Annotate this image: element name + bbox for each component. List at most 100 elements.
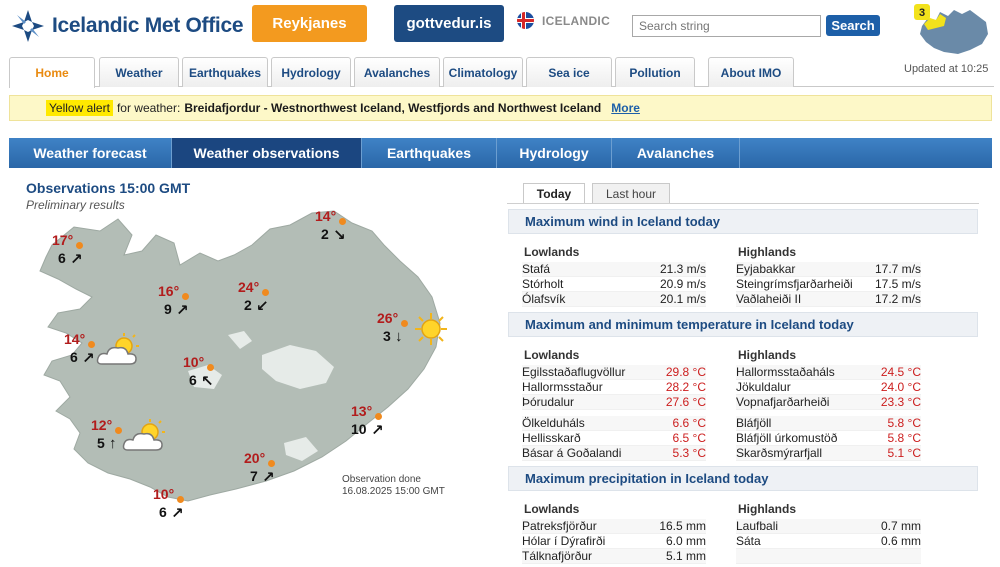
- row-name: Hallormsstaður: [522, 380, 603, 394]
- table-row: Skarðsmýrarfjall 5.1 °C: [736, 446, 921, 461]
- max-precip-heading: Maximum precipitation in Iceland today: [508, 466, 978, 491]
- table-row: Hólar í Dýrafirði 6.0 mm: [522, 534, 706, 549]
- section-tabs: Weather forecast Weather observations Ea…: [9, 138, 992, 168]
- tab-today[interactable]: Today: [523, 183, 585, 203]
- table-row: Jökuldalur 24.0 °C: [736, 380, 921, 395]
- nav-tab-weather[interactable]: Weather: [99, 57, 179, 87]
- table-row: Sáta 0.6 mm: [736, 534, 921, 549]
- station-marker[interactable]: 16° 9 ↗: [158, 283, 218, 323]
- lowlands-label: Lowlands: [524, 245, 580, 259]
- table-row: Stórholt 20.9 m/s: [522, 277, 706, 292]
- table-row: Tálknafjörður 5.1 mm: [522, 549, 706, 564]
- gottvedur-button[interactable]: gottvedur.is: [394, 5, 504, 42]
- nav-tab-climatology[interactable]: Climatology: [443, 57, 523, 87]
- table-row: Hallormsstaðaháls 24.5 °C: [736, 365, 921, 380]
- station-dot: [76, 242, 83, 249]
- wind-direction-arrow-icon: ↗: [176, 302, 189, 319]
- nav-tab-home[interactable]: Home: [9, 57, 95, 88]
- station-wind-speed: 5: [97, 435, 105, 451]
- table-row: Patreksfjörður 16.5 mm: [522, 519, 706, 534]
- tab-avalanches[interactable]: Avalanches: [612, 138, 740, 168]
- station-wind-speed: 2: [244, 297, 252, 313]
- sun-icon: [415, 313, 447, 345]
- logo-text: Icelandic Met Office: [52, 14, 244, 37]
- lowlands-label: Lowlands: [524, 348, 580, 362]
- station-marker[interactable]: 13° 10 ↗: [351, 403, 411, 443]
- table-row: Ólafsvík 20.1 m/s: [522, 292, 706, 307]
- row-name: Tálknafjörður: [522, 549, 593, 563]
- wind-direction-arrow-icon: ↙: [256, 298, 269, 315]
- main-nav: Home Weather Earthquakes Hydrology Avala…: [9, 57, 994, 88]
- station-wind-speed: 6: [159, 504, 167, 520]
- station-marker[interactable]: 10° 6 ↖: [183, 354, 243, 394]
- table-row: Eyjabakkar 17.7 m/s: [736, 262, 921, 277]
- divider: [507, 203, 979, 204]
- row-value: 5.1 mm: [665, 549, 706, 563]
- row-name: Sáta: [736, 534, 761, 548]
- row-name: Laufbali: [736, 519, 779, 533]
- station-wind-speed: 6: [70, 349, 78, 365]
- station-marker[interactable]: 10° 6 ↗: [153, 486, 213, 526]
- row-value: 27.6 °C: [665, 395, 706, 409]
- station-temp: 12°: [91, 417, 113, 433]
- alert-map-thumbnail[interactable]: 3: [914, 4, 992, 58]
- row-name: Stafá: [522, 262, 551, 276]
- tab-earthquakes[interactable]: Earthquakes: [362, 138, 497, 168]
- row-value: 0.6 mm: [880, 534, 921, 548]
- wind-direction-arrow-icon: ↘: [333, 227, 346, 244]
- alert-level-badge: Yellow alert: [46, 100, 113, 116]
- station-dot: [262, 289, 269, 296]
- nav-tab-about[interactable]: About IMO: [708, 57, 794, 87]
- station-dot: [339, 218, 346, 225]
- table-row: Bláfjöll 5.8 °C: [736, 416, 921, 431]
- row-value: 6.5 °C: [672, 431, 706, 445]
- station-temp: 16°: [158, 283, 180, 299]
- table-row: Vopnafjarðarheiði 23.3 °C: [736, 395, 921, 410]
- row-value: 29.8 °C: [665, 365, 706, 379]
- nav-tab-pollution[interactable]: Pollution: [615, 57, 695, 87]
- station-temp: 14°: [64, 331, 86, 347]
- row-value: 5.8 °C: [887, 416, 921, 430]
- row-name: Ölkelduháls: [522, 416, 585, 430]
- weather-alert-banner: Yellow alert for weather: Breidafjordur …: [9, 95, 992, 121]
- station-temp: 10°: [153, 486, 175, 502]
- row-name: Steingrímsfjarðarheiði: [736, 277, 853, 291]
- station-marker[interactable]: 17° 6 ↗: [52, 232, 112, 272]
- table-row: Laufbali 0.7 mm: [736, 519, 921, 534]
- search-input[interactable]: [632, 15, 821, 37]
- imo-logo[interactable]: Icelandic Met Office: [10, 8, 244, 44]
- row-name: Patreksfjörður: [522, 519, 597, 533]
- nav-tab-sea-ice[interactable]: Sea ice: [526, 57, 612, 87]
- alert-more-link[interactable]: More: [611, 101, 640, 115]
- row-name: Vaðlaheiði II: [736, 292, 802, 306]
- tab-weather-forecast[interactable]: Weather forecast: [9, 138, 172, 168]
- row-name: Hallormsstaðaháls: [736, 365, 835, 379]
- row-name: Vopnafjarðarheiði: [736, 395, 830, 409]
- wind-direction-arrow-icon: ↗: [70, 251, 83, 268]
- row-value: 6.0 mm: [665, 534, 706, 548]
- table-row: Vaðlaheiði II 17.2 m/s: [736, 292, 921, 307]
- station-marker[interactable]: 14° 2 ↘: [315, 208, 375, 248]
- station-temp: 24°: [238, 279, 260, 295]
- row-value: 28.2 °C: [665, 380, 706, 394]
- language-switch[interactable]: ICELANDIC: [517, 12, 610, 29]
- station-wind-speed: 10: [351, 421, 367, 437]
- tab-last-hour[interactable]: Last hour: [592, 183, 670, 203]
- row-value: 24.0 °C: [880, 380, 921, 394]
- search-button[interactable]: Search: [826, 15, 880, 36]
- tab-weather-observations[interactable]: Weather observations: [172, 138, 362, 168]
- nav-tab-earthquakes[interactable]: Earthquakes: [182, 57, 268, 87]
- row-value: 5.1 °C: [887, 446, 921, 460]
- table-row: Bláfjöll úrkomustöð 5.8 °C: [736, 431, 921, 446]
- station-marker[interactable]: 20° 7 ↗: [244, 450, 304, 490]
- station-marker[interactable]: 24° 2 ↙: [238, 279, 298, 319]
- iceland-flag-icon: [517, 12, 534, 29]
- nav-tab-avalanches[interactable]: Avalanches: [354, 57, 440, 87]
- station-dot: [115, 427, 122, 434]
- station-temp: 17°: [52, 232, 74, 248]
- region-button[interactable]: Reykjanes: [252, 5, 367, 42]
- wind-direction-arrow-icon: ↖: [201, 373, 214, 390]
- tab-hydrology[interactable]: Hydrology: [497, 138, 612, 168]
- row-name: Hellisskarð: [522, 431, 581, 445]
- nav-tab-hydrology[interactable]: Hydrology: [271, 57, 351, 87]
